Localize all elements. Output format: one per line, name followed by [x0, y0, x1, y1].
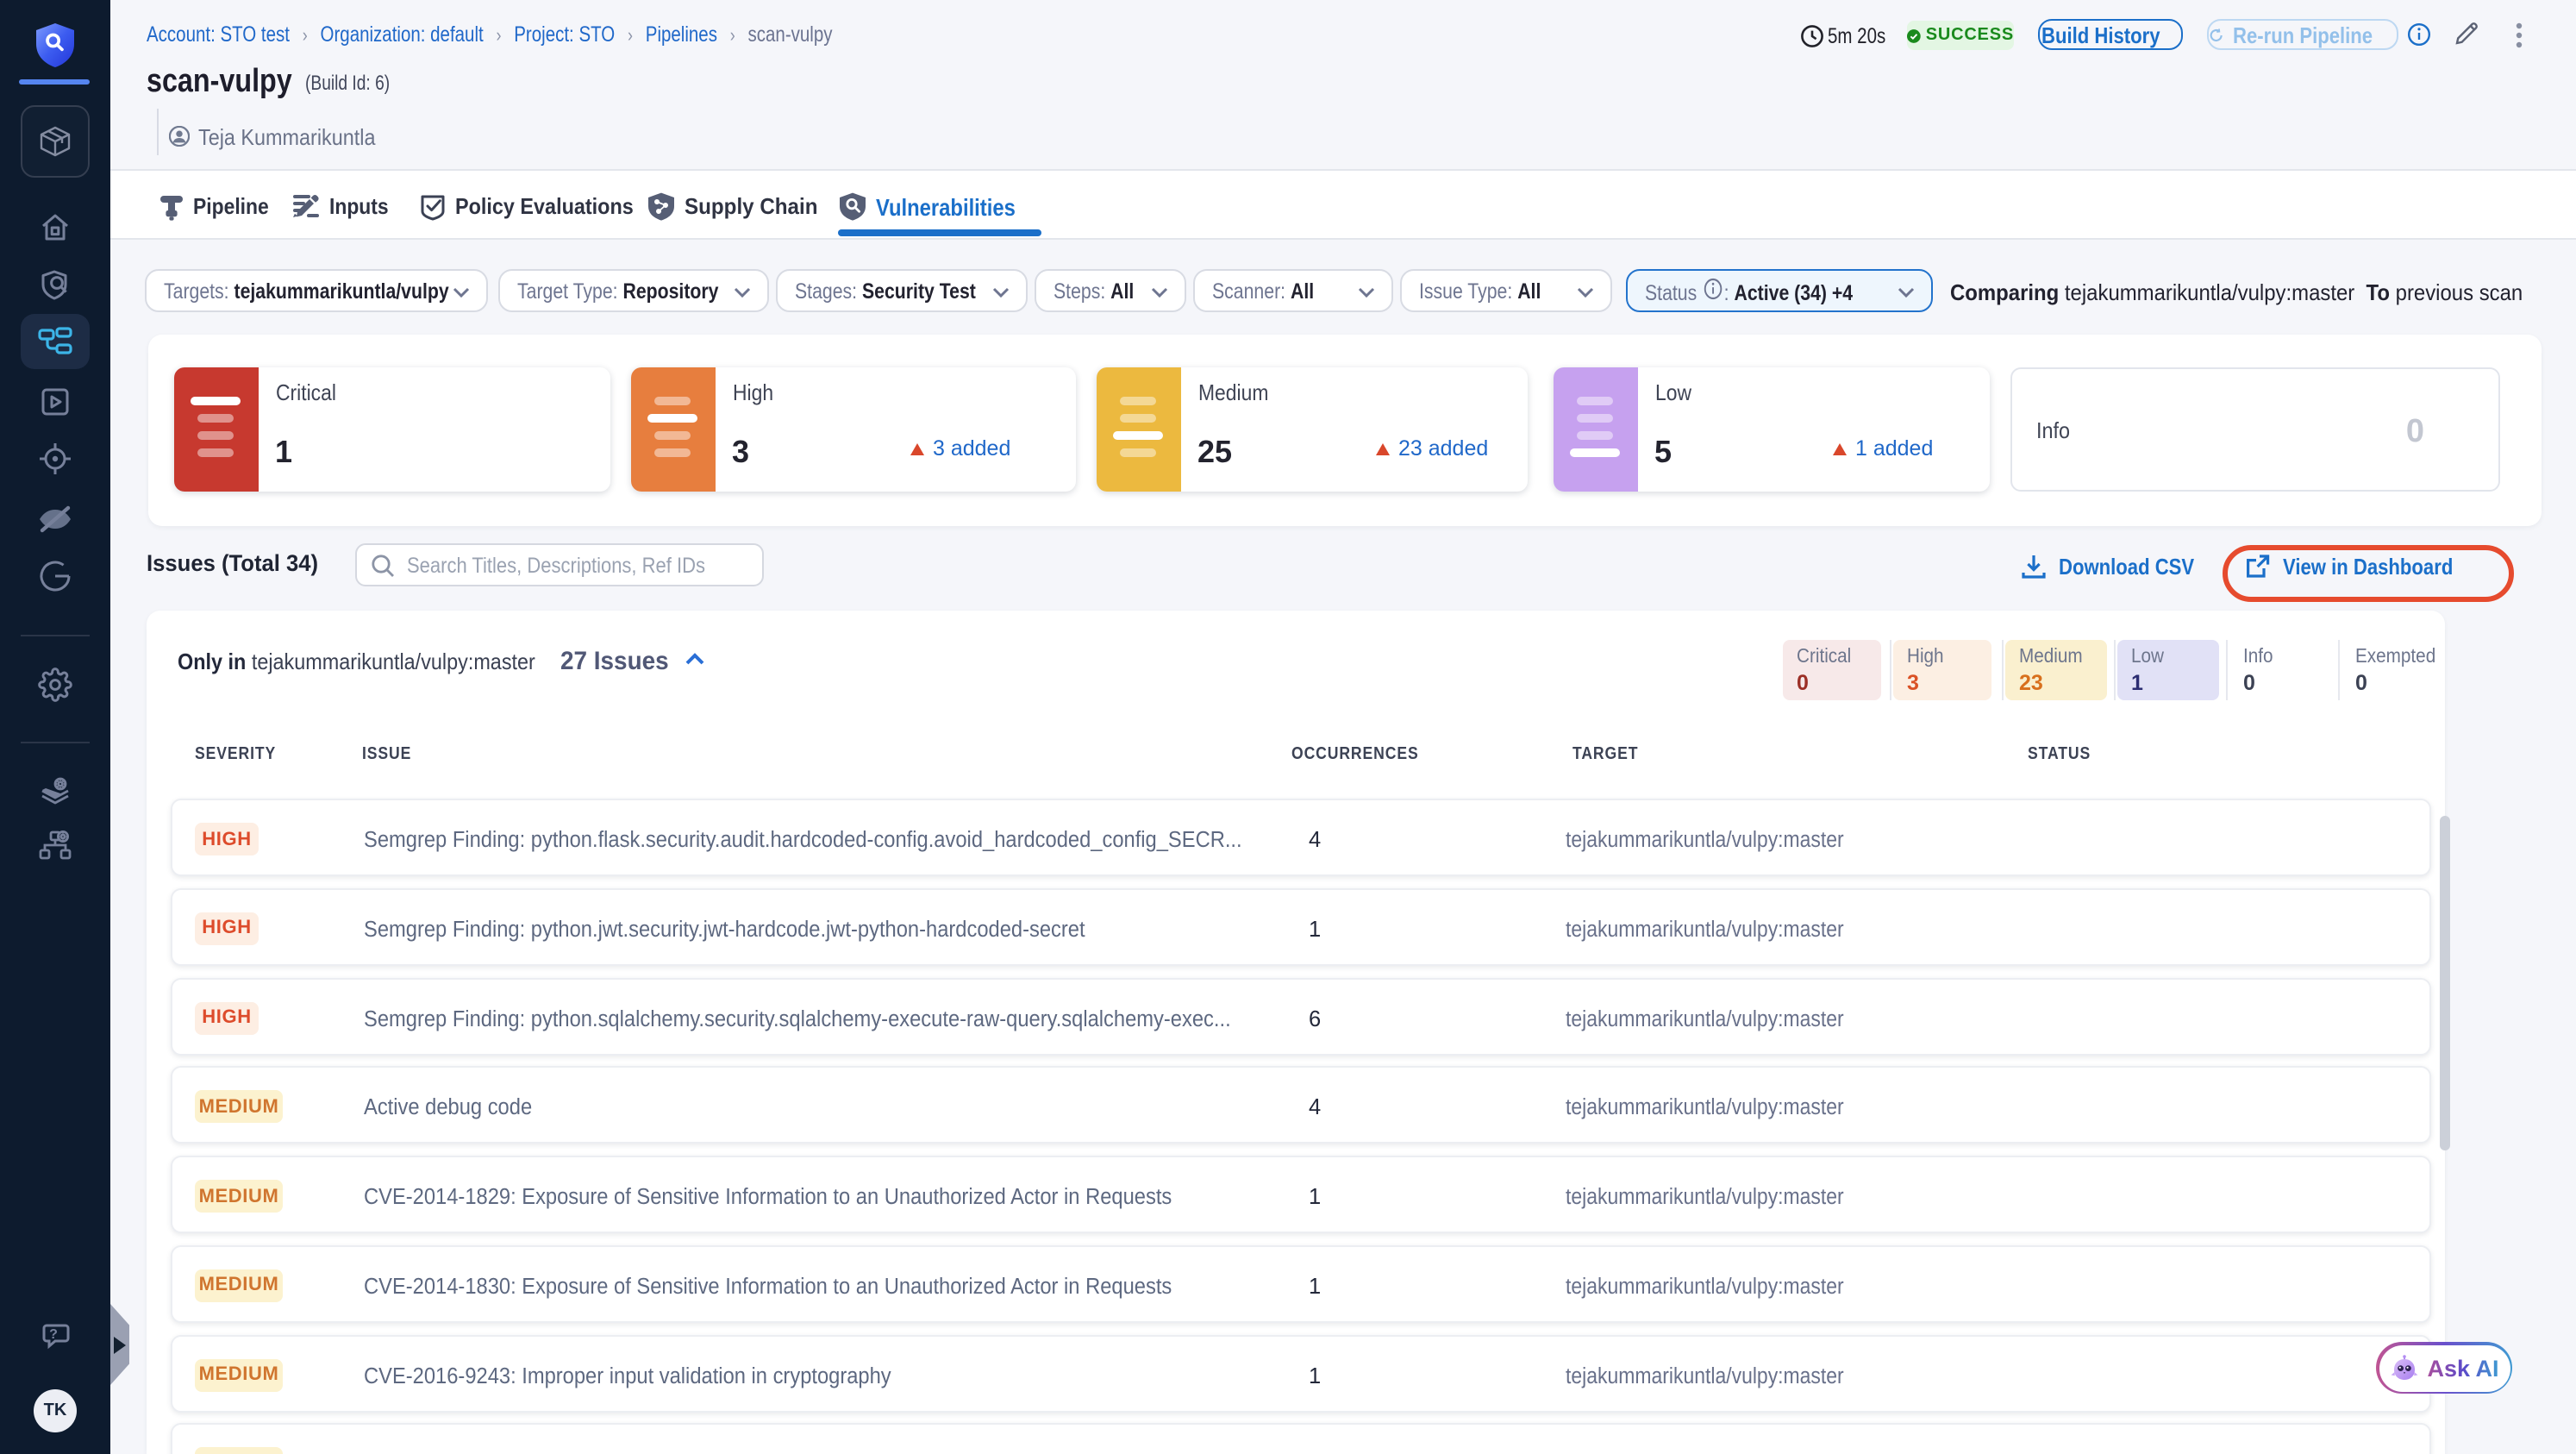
- svg-text:?: ?: [49, 1327, 58, 1342]
